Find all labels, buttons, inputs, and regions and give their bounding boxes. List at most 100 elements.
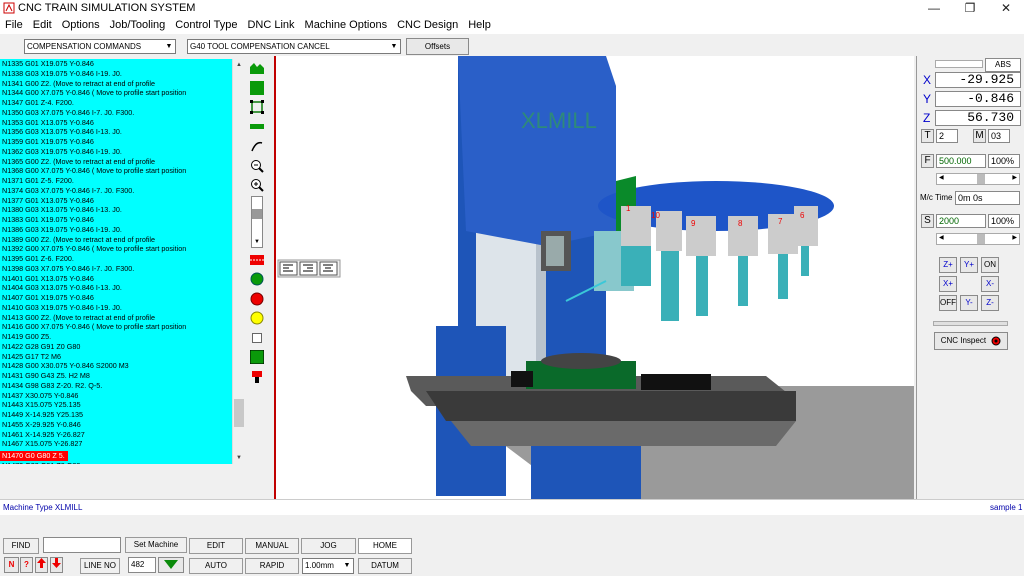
feed-override-slider[interactable]: ◀ ▶ [936, 173, 1020, 185]
code-line-row[interactable]: N1344 G00 X7.075 Y-0.846 ( Move to profi… [0, 88, 232, 98]
code-line-row[interactable]: N1443 X15.075 Y25.135 [0, 400, 232, 410]
n-button[interactable]: N [4, 557, 19, 573]
code-line-row[interactable]: N1374 G03 X7.075 Y-0.846 I-7. J0. F300. [0, 186, 232, 196]
step-up-button[interactable] [35, 557, 48, 573]
help-button[interactable]: ? [20, 557, 33, 573]
zoom-slider[interactable]: ▼ [251, 195, 263, 248]
code-line-row[interactable]: N1449 X-14.925 Y25.135 [0, 410, 232, 420]
chevron-left-icon[interactable]: ◀ [939, 234, 944, 241]
code-line-row[interactable]: N1401 G01 X13.075 Y-0.846 [0, 274, 232, 284]
code-line-row[interactable]: N1413 G00 Z2. (Move to retract at end of… [0, 313, 232, 323]
code-line-row[interactable]: N1437 X30.075 Y-0.846 [0, 391, 232, 401]
code-line-row[interactable]: N1461 X-14.925 Y-26.827 [0, 430, 232, 440]
chevron-right-icon[interactable]: ▶ [1012, 234, 1017, 241]
scroll-up-icon[interactable]: ▲ [234, 60, 244, 70]
code-line-row[interactable]: N1377 G01 X13.075 Y-0.846 [0, 196, 232, 206]
auto-mode-button[interactable]: AUTO [189, 558, 243, 574]
goto-line-button[interactable] [158, 557, 184, 573]
find-button[interactable]: FIND [3, 538, 39, 554]
jog-y-minus-button[interactable]: Y- [960, 295, 978, 311]
code-line-row[interactable]: N1407 G01 X19.075 Y-0.846 [0, 293, 232, 303]
machine-3d-viewport[interactable]: XLMILL 1 10 9 8 7 6 [274, 56, 914, 499]
jog-mode-button[interactable]: JOG [301, 538, 356, 554]
code-line-row[interactable]: N1434 G98 G83 Z-20. R2. Q-5. [0, 381, 232, 391]
jog-z-plus-button[interactable]: Z+ [939, 257, 957, 273]
nc-program-editor[interactable]: N1335 G01 X19.075 Y-0.846 N1338 G03 X19.0… [0, 59, 232, 464]
line-no-button[interactable]: LINE NO [80, 558, 120, 574]
jog-step-select[interactable]: 1.00mm ▼ [302, 558, 354, 574]
jog-y-plus-button[interactable]: Y+ [960, 257, 978, 273]
red-light-icon[interactable] [248, 290, 266, 308]
home-mode-button[interactable]: HOME [358, 538, 412, 554]
code-line-row[interactable]: N1455 X-29.925 Y-0.846 [0, 420, 232, 430]
cnc-inspect-button[interactable]: CNC Inspect [934, 332, 1008, 350]
code-line-row[interactable]: N1356 G03 X13.075 Y-0.846 I-13. J0. [0, 127, 232, 137]
code-line-row[interactable]: N1350 G03 X7.075 Y-0.846 I-7. J0. F300. [0, 108, 232, 118]
code-line-row[interactable]: N1365 G00 Z2. (Move to retract at end of… [0, 157, 232, 167]
toolpath-icon[interactable] [248, 137, 266, 155]
code-line-row[interactable]: N1473 G28 G91 Z0 G80 [0, 461, 232, 464]
spindle-button[interactable]: S [921, 214, 934, 228]
code-line-row[interactable]: N1422 G28 G91 Z0 G80 [0, 342, 232, 352]
code-line-row[interactable]: N1335 G01 X19.075 Y-0.846 [0, 59, 232, 69]
code-line-row[interactable]: N1416 G00 X7.075 Y-0.846 ( Move to profi… [0, 322, 232, 332]
menu-dnc-link[interactable]: DNC Link [242, 17, 299, 34]
code-line-row[interactable]: N1371 G01 Z-5. F200. [0, 176, 232, 186]
code-line-row[interactable]: N1347 G01 Z-4. F200. [0, 98, 232, 108]
code-line-row[interactable]: N1389 G00 Z2. (Move to retract at end of… [0, 235, 232, 245]
close-button[interactable]: ✕ [988, 0, 1024, 17]
chevron-right-icon[interactable]: ▶ [1012, 174, 1017, 181]
code-line-row[interactable]: N1425 G17 T2 M6 [0, 352, 232, 362]
code-line-row[interactable]: N1392 G00 X7.075 Y-0.846 ( Move to profi… [0, 244, 232, 254]
feed-button[interactable]: F [921, 154, 934, 168]
menu-machine-options[interactable]: Machine Options [300, 17, 393, 34]
step-down-button[interactable] [50, 557, 63, 573]
code-line-row[interactable]: N1353 G01 X13.075 Y-0.846 [0, 118, 232, 128]
code-line-row[interactable]: N1419 G00 Z5. [0, 332, 232, 342]
code-line-row[interactable]: N1428 G00 X30.075 Y-0.846 S2000 M3 [0, 361, 232, 371]
jog-x-plus-button[interactable]: X+ [939, 276, 957, 292]
set-machine-button[interactable]: Set Machine [125, 537, 187, 553]
code-line-row[interactable]: N1395 G01 Z-6. F200. [0, 254, 232, 264]
minimize-button[interactable]: — [916, 0, 952, 17]
zoom-slider-thumb[interactable] [252, 208, 262, 219]
code-line-row[interactable]: N1467 X15.075 Y-26.827 [0, 439, 232, 449]
menu-options[interactable]: Options [57, 17, 105, 34]
rapid-button[interactable]: RAPID [245, 558, 299, 574]
blank-box-icon[interactable] [248, 329, 266, 347]
green-light-icon[interactable] [248, 270, 266, 288]
spindle-override-slider[interactable]: ◀ ▶ [936, 233, 1020, 245]
menu-file[interactable]: File [0, 17, 28, 34]
code-line-row[interactable]: N1368 G00 X7.075 Y-0.846 ( Move to profi… [0, 166, 232, 176]
jog-x-minus-button[interactable]: X- [981, 276, 999, 292]
abs-mode-button[interactable]: ABS [985, 58, 1021, 72]
fit-view-icon[interactable] [248, 98, 266, 116]
red-pattern-icon[interactable] [248, 251, 266, 269]
dro-slider[interactable] [935, 60, 983, 68]
code-line-row[interactable]: N1386 G03 X19.075 Y-0.846 I-19. J0. [0, 225, 232, 235]
code-line-row[interactable]: N1383 G01 X19.075 Y-0.846 [0, 215, 232, 225]
offsets-button[interactable]: Offsets [406, 38, 469, 55]
code-line-row[interactable]: N1470 G0 G80 Z 5. [0, 449, 232, 461]
menu-help[interactable]: Help [463, 17, 496, 34]
vise-icon[interactable] [248, 368, 266, 386]
menu-cnc-design[interactable]: CNC Design [392, 17, 463, 34]
comp-mode-buttons[interactable] [277, 259, 341, 278]
scroll-thumb[interactable] [234, 399, 244, 427]
command-select[interactable]: G40 TOOL COMPENSATION CANCEL ▼ [187, 39, 401, 54]
scroll-down-icon[interactable]: ▼ [252, 239, 262, 247]
line-number-field[interactable]: 482 [128, 557, 156, 573]
jog-off-button[interactable]: OFF [939, 295, 957, 311]
solid-view-icon[interactable] [248, 79, 266, 97]
code-line-row[interactable]: N1410 G03 X19.075 Y-0.846 I-19. J0. [0, 303, 232, 313]
code-line-row[interactable]: N1431 G90 G43 Z5. H2 M8 [0, 371, 232, 381]
code-line-row[interactable]: N1380 G03 X13.075 Y-0.846 I-13. J0. [0, 205, 232, 215]
green-box-icon[interactable] [248, 348, 266, 366]
code-line-row[interactable]: N1362 G03 X19.075 Y-0.846 I-19. J0. [0, 147, 232, 157]
scroll-down-icon[interactable]: ▼ [234, 453, 244, 463]
yellow-light-icon[interactable] [248, 309, 266, 327]
menu-edit[interactable]: Edit [28, 17, 57, 34]
code-line-row[interactable]: N1404 G03 X13.075 Y-0.846 I-13. J0. [0, 283, 232, 293]
jog-on-button[interactable]: ON [981, 257, 999, 273]
menu-job-tooling[interactable]: Job/Tooling [105, 17, 171, 34]
